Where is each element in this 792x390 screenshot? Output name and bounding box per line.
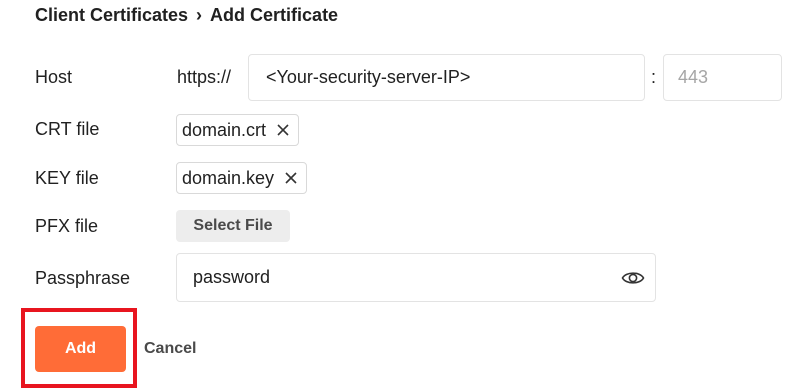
host-input[interactable]: <Your-security-server-IP> — [248, 54, 645, 101]
passphrase-input[interactable]: password — [176, 253, 656, 302]
key-label: KEY file — [35, 168, 99, 188]
close-icon[interactable] — [284, 171, 298, 185]
eye-icon[interactable] — [621, 267, 645, 289]
breadcrumb: Client Certificates › Add Certificate — [35, 3, 338, 27]
pfx-label: PFX file — [35, 216, 99, 236]
breadcrumb-current: Add Certificate — [210, 4, 339, 25]
host-value: <Your-security-server-IP> — [266, 67, 471, 87]
add-button[interactable]: Add — [35, 326, 126, 372]
port-separator: : — [651, 67, 657, 87]
cancel-button[interactable]: Cancel — [144, 340, 196, 358]
host-label: Host — [35, 67, 73, 87]
crt-label: CRT file — [35, 119, 100, 139]
key-file-chip: domain.key — [176, 162, 308, 194]
port-placeholder: 443 — [678, 67, 709, 87]
host-prefix: https:// — [177, 67, 232, 87]
passphrase-label: Passphrase — [35, 268, 131, 288]
key-file-name: domain.key — [182, 167, 275, 188]
port-input[interactable]: 443 — [663, 54, 782, 101]
crt-file-chip: domain.crt — [176, 114, 300, 146]
breadcrumb-parent[interactable]: Client Certificates — [35, 5, 188, 26]
breadcrumb-separator: › — [196, 4, 203, 25]
crt-file-name: domain.crt — [182, 119, 267, 140]
select-file-button[interactable]: Select File — [176, 210, 290, 242]
close-icon[interactable] — [276, 123, 290, 137]
passphrase-value: password — [193, 267, 271, 287]
